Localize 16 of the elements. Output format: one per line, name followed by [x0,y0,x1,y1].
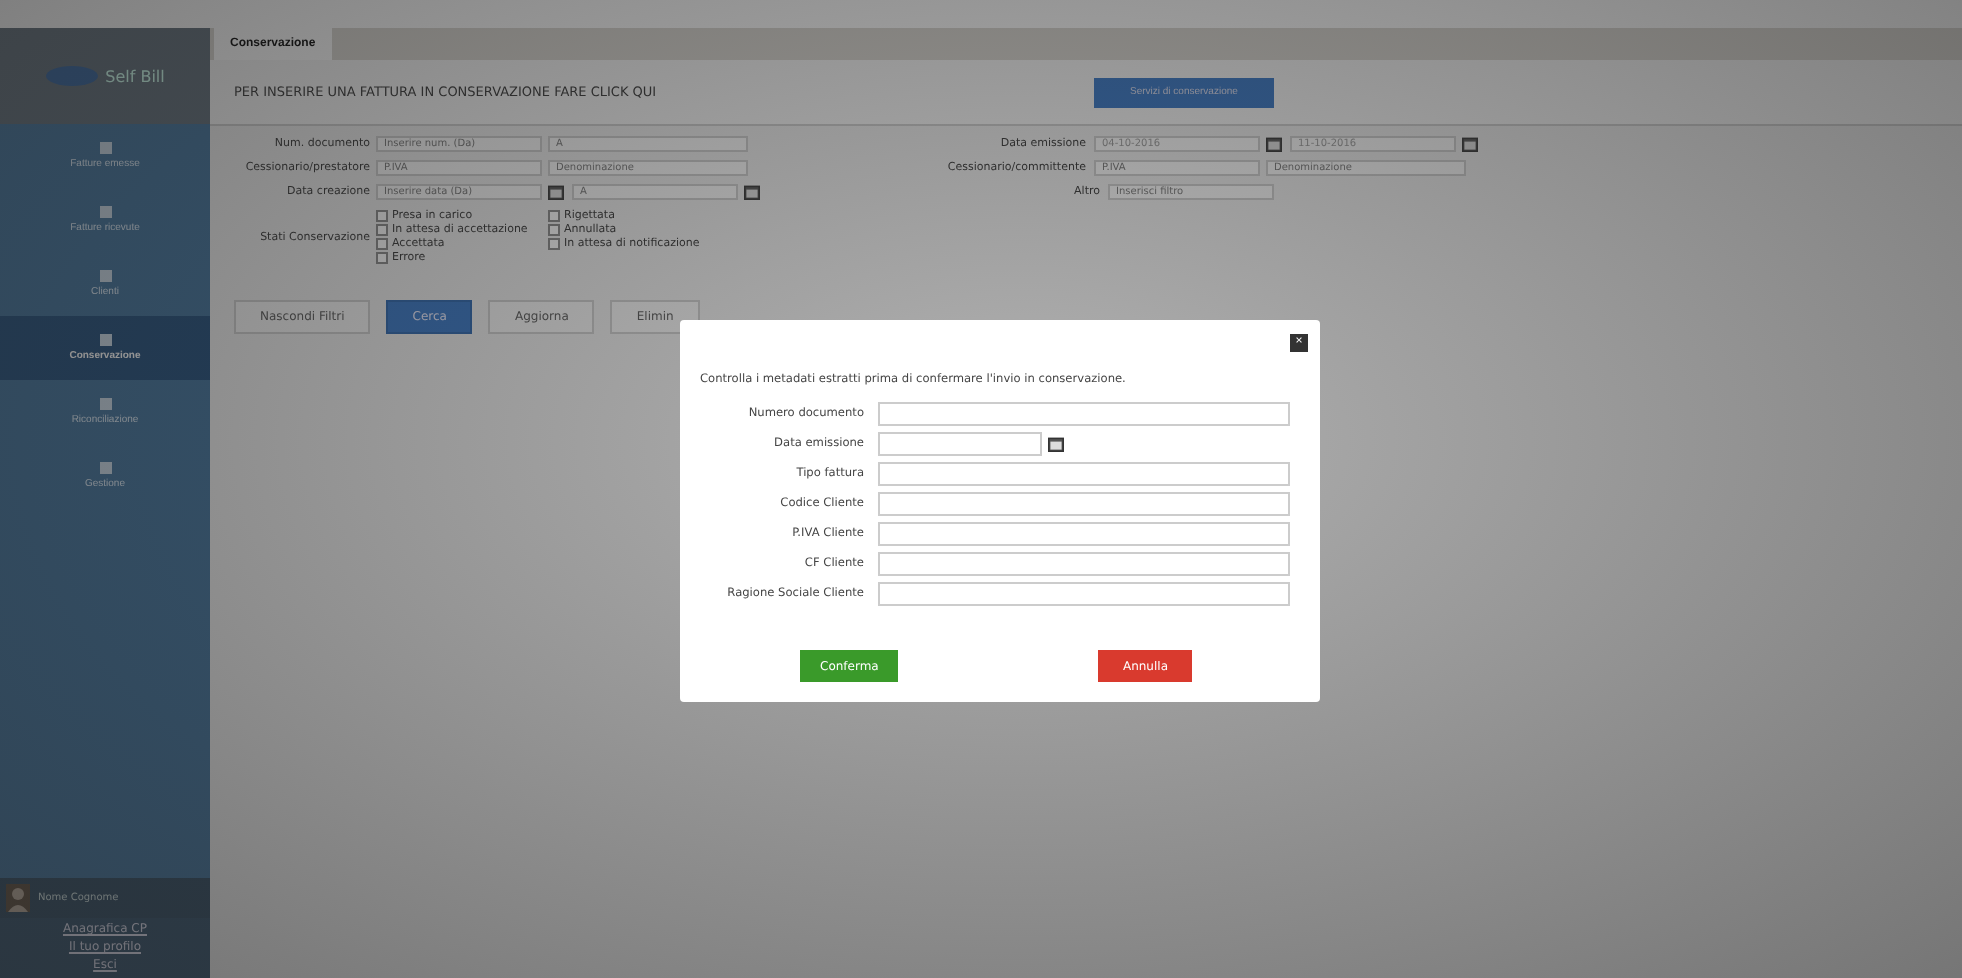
menu-item-icon [99,206,111,218]
input-field[interactable] [878,522,1290,546]
menu-item-icon [99,398,111,410]
input-field[interactable] [878,402,1290,426]
menu-item-icon [99,142,111,154]
input-field[interactable] [878,552,1290,576]
menu-item-icon [99,270,111,282]
input-field[interactable] [878,582,1290,606]
calendar-icon[interactable] [1048,436,1064,452]
input-field[interactable] [878,462,1290,486]
input-field[interactable] [878,492,1290,516]
logo-text: Self Bill [105,67,165,85]
menu-item-icon [99,334,111,346]
menu-item-icon [99,462,111,474]
avatar-icon [6,884,30,912]
date-field[interactable] [878,432,1042,456]
